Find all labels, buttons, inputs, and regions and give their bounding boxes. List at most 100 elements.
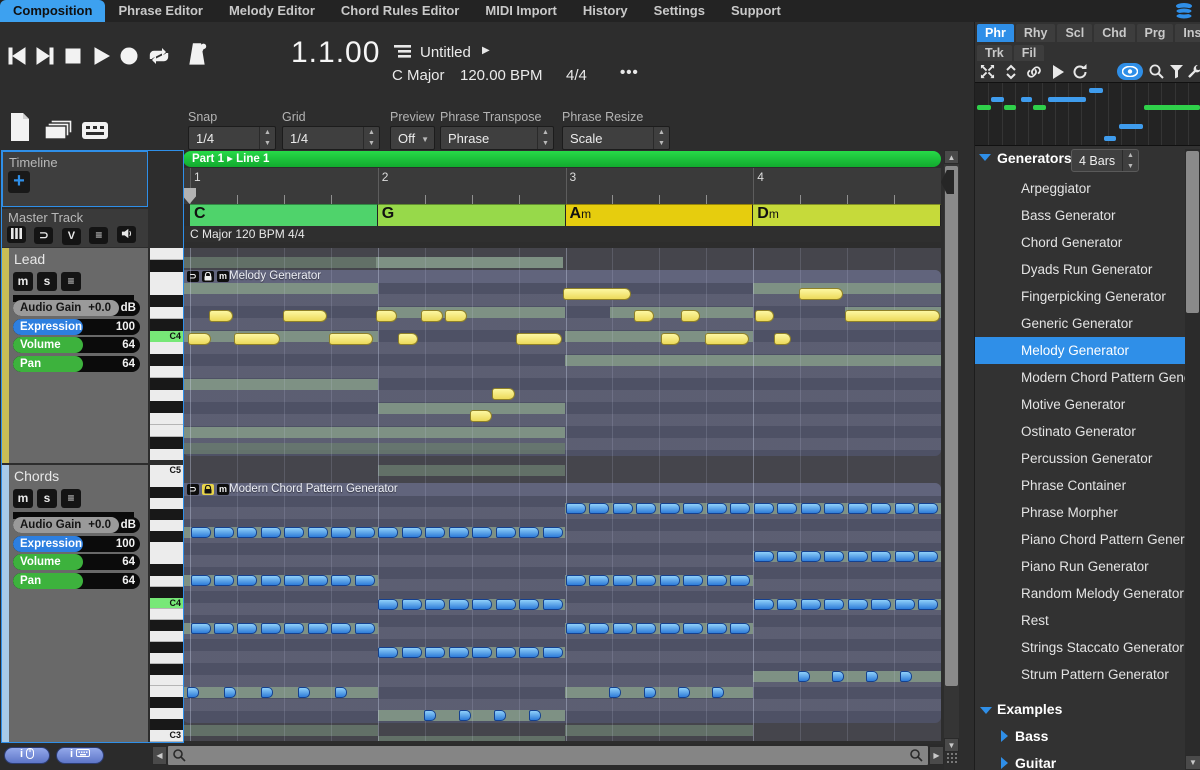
generator-item-strings-staccato-generator[interactable]: Strings Staccato Generator (975, 634, 1185, 661)
chord-block-dm[interactable]: Dm (753, 204, 941, 226)
white-key[interactable] (150, 708, 183, 720)
chord-pattern-note[interactable] (402, 527, 422, 538)
chord-pattern-note[interactable] (472, 527, 492, 538)
file-stack-icon[interactable] (44, 119, 74, 141)
black-key[interactable] (150, 564, 183, 576)
chord-pattern-note[interactable] (261, 623, 281, 634)
chord-pattern-note[interactable] (378, 527, 398, 538)
phrase-mute-icon[interactable]: m (217, 271, 229, 282)
white-key[interactable] (150, 449, 183, 460)
chord-pattern-note[interactable] (449, 527, 469, 538)
chord-pattern-note[interactable] (589, 503, 609, 514)
chord-pattern-note[interactable] (261, 687, 273, 698)
caret-down-icon[interactable]: ▼ (421, 135, 429, 144)
chord-pattern-note[interactable] (378, 599, 398, 610)
chord-pattern-note[interactable] (707, 503, 727, 514)
piano-keys-chords[interactable]: C5C4C3 (150, 465, 183, 742)
chord-pattern-note[interactable] (589, 623, 609, 634)
examples-section-title[interactable]: Examples (975, 697, 1185, 722)
generator-item-phrase-container[interactable]: Phrase Container (975, 472, 1185, 499)
chord-pattern-note[interactable] (660, 503, 680, 514)
chord-pattern-note[interactable] (424, 710, 436, 721)
chord-pattern-note[interactable] (683, 623, 703, 634)
master-loop-icon[interactable]: ⊃ (34, 227, 53, 244)
chord-pattern-note[interactable] (683, 503, 703, 514)
white-key[interactable] (150, 425, 183, 437)
black-key[interactable] (150, 354, 183, 366)
song-key[interactable]: C Major (392, 67, 445, 84)
chord-pattern-note[interactable] (331, 527, 351, 538)
chord-pattern-note[interactable] (754, 599, 774, 610)
chord-pattern-note[interactable] (519, 599, 539, 610)
master-list-icon[interactable]: ≡ (89, 227, 108, 244)
white-key[interactable] (150, 609, 183, 621)
chord-pattern-note[interactable] (449, 647, 469, 658)
generator-item-melody-generator[interactable]: Melody Generator (975, 337, 1185, 364)
menu-tab-phrase-editor[interactable]: Phrase Editor (105, 0, 216, 22)
melody-note[interactable] (445, 310, 467, 322)
phrase-lock-icon[interactable] (202, 271, 214, 282)
panel-tab-chd[interactable]: Chd (1094, 24, 1134, 42)
melody-note[interactable] (634, 310, 654, 322)
chord-pattern-note[interactable] (636, 575, 656, 586)
more-options-button[interactable]: ••• (620, 64, 639, 81)
chord-pattern-note[interactable] (425, 599, 445, 610)
chord-pattern-note[interactable] (214, 575, 234, 586)
chord-pattern-note[interactable] (284, 527, 304, 538)
phrase-mute-icon[interactable]: m (217, 484, 229, 495)
chord-pattern-note[interactable] (824, 551, 844, 562)
mute-button[interactable]: m (13, 489, 33, 508)
chord-pattern-note[interactable] (308, 575, 328, 586)
param-volume[interactable]: Volume64 (13, 337, 140, 353)
generator-item-percussion-generator[interactable]: Percussion Generator (975, 445, 1185, 472)
list-button[interactable]: ≡ (61, 272, 81, 291)
chord-pattern-note[interactable] (871, 551, 891, 562)
phrase-header[interactable]: ⊃mMelody Generator (183, 270, 941, 283)
white-key[interactable] (150, 390, 183, 402)
scroll-down-button[interactable]: ▼ (944, 738, 959, 752)
chord-pattern-note[interactable] (613, 623, 633, 634)
chord-pattern-note[interactable] (636, 623, 656, 634)
chord-pattern-note[interactable] (777, 503, 797, 514)
black-key[interactable] (150, 487, 183, 499)
refresh-icon[interactable] (1072, 64, 1088, 80)
white-key[interactable] (150, 283, 183, 295)
param-audio-gain[interactable]: Audio Gain+0.0dB (13, 517, 140, 533)
black-key[interactable] (150, 664, 183, 676)
chord-pattern-note[interactable] (824, 503, 844, 514)
chord-pattern-note[interactable] (613, 503, 633, 514)
chord-pattern-note[interactable] (472, 599, 492, 610)
white-key[interactable] (150, 520, 183, 532)
generator-item-generic-generator[interactable]: Generic Generator (975, 310, 1185, 337)
chord-pattern-note[interactable] (589, 575, 609, 586)
melody-note[interactable] (283, 310, 327, 322)
generator-item-fingerpicking-generator[interactable]: Fingerpicking Generator (975, 283, 1185, 310)
chord-pattern-note[interactable] (494, 710, 506, 721)
record-button[interactable] (118, 46, 140, 66)
chord-pattern-note[interactable] (644, 687, 656, 698)
melody-note[interactable] (188, 333, 211, 345)
melody-note[interactable] (774, 333, 791, 345)
black-key[interactable] (150, 378, 183, 390)
chord-pattern-note[interactable] (895, 551, 915, 562)
white-key[interactable] (150, 686, 183, 698)
chord-pattern-note[interactable] (660, 623, 680, 634)
dropdown-snap[interactable]: 1/4▲▼ (188, 126, 276, 150)
generator-item-phrase-morpher[interactable]: Phrase Morpher (975, 499, 1185, 526)
chord-pattern-note[interactable] (895, 599, 915, 610)
black-key[interactable] (150, 437, 183, 449)
chord-pattern-note[interactable] (832, 671, 844, 682)
chord-block-am[interactable]: Am (566, 204, 754, 226)
chord-pattern-note[interactable] (566, 623, 586, 634)
dropdown-preview[interactable]: Off▼ (390, 126, 435, 150)
master-velocity-button[interactable]: V (62, 228, 81, 245)
panel-subtab-fil[interactable]: Fil (1014, 45, 1045, 61)
panel-scrollbar[interactable]: ▼ (1185, 149, 1200, 770)
search-icon[interactable] (1149, 64, 1164, 79)
white-key[interactable] (150, 675, 183, 687)
melody-note[interactable] (681, 310, 700, 322)
melody-note[interactable] (398, 333, 418, 345)
white-key[interactable]: C3 (150, 730, 183, 742)
chord-pattern-note[interactable] (777, 551, 797, 562)
phrase-preview[interactable] (975, 82, 1200, 146)
